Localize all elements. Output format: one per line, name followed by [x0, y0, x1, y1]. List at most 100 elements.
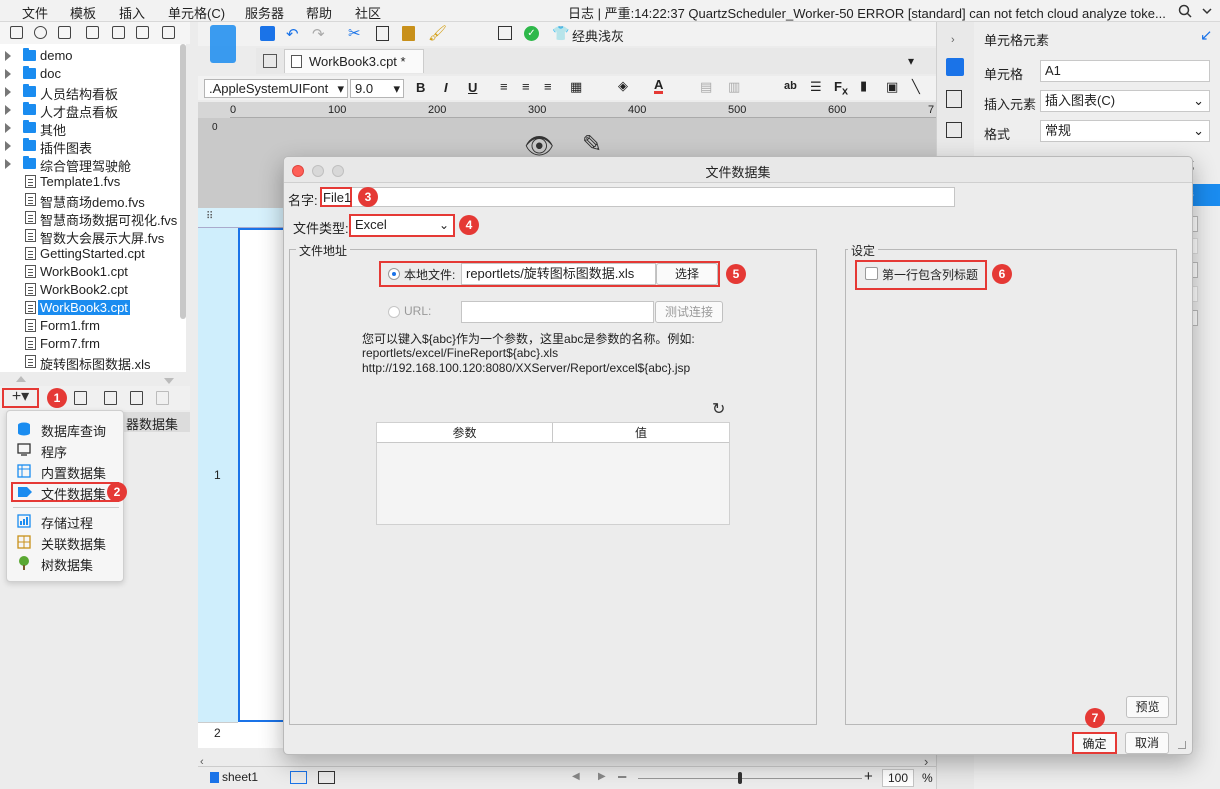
widget-settings-icon[interactable] — [946, 122, 962, 138]
tree-file[interactable]: WorkBook2.cpt — [0, 281, 186, 299]
h-scroll-right-icon[interactable]: › — [924, 754, 928, 769]
preview-search-icon[interactable] — [498, 26, 512, 40]
format-select[interactable]: 常规 ⌄ — [1040, 120, 1210, 142]
check-icon[interactable]: ✓ — [524, 26, 539, 41]
theme-label[interactable]: 经典浅灰 — [572, 26, 624, 45]
first-row-header-checkbox[interactable] — [865, 267, 878, 280]
font-name-select[interactable]: .AppleSystemUIFont ▾ — [204, 79, 348, 98]
paste-icon[interactable] — [402, 26, 415, 41]
text-direction-icon[interactable]: ab — [784, 80, 797, 92]
tab-menu-icon[interactable]: ▾ — [908, 54, 914, 68]
copy-icon[interactable] — [376, 26, 389, 41]
menu-file[interactable]: 文件 — [22, 3, 48, 22]
local-file-radio[interactable] — [388, 268, 400, 280]
zoom-slider-thumb[interactable] — [738, 772, 742, 784]
cancel-button[interactable]: 取消 — [1125, 732, 1169, 754]
h-scroll-left-icon[interactable]: ‹ — [200, 756, 204, 768]
parameter-table[interactable]: 参数 值 — [376, 422, 730, 525]
preview-button[interactable]: 预览 — [1126, 696, 1169, 718]
unmerge-icon[interactable]: ▥ — [728, 79, 740, 95]
chevron-down-icon[interactable] — [1200, 4, 1214, 18]
tree-file[interactable]: 旋转图标图数据.xls — [0, 353, 186, 372]
menu-community[interactable]: 社区 — [355, 3, 381, 22]
refresh-icon[interactable] — [34, 26, 47, 39]
menu-item-program[interactable]: 程序 — [11, 440, 119, 460]
tree-file[interactable]: Template1.fvs — [0, 173, 186, 191]
expand-arrow-icon[interactable] — [5, 87, 11, 97]
select-all-icon[interactable]: ⠿ — [206, 211, 213, 222]
expand-arrow-icon[interactable] — [5, 141, 11, 151]
trash-icon[interactable] — [162, 26, 175, 39]
bold-icon[interactable]: B — [416, 80, 425, 95]
test-connection-button[interactable]: 测试连接 — [655, 301, 723, 323]
tree-folder-staff-board[interactable]: 人员结构看板 — [0, 83, 186, 102]
menu-item-file-dataset[interactable]: 文件数据集 — [11, 482, 119, 502]
fill-color-icon[interactable]: ◈ — [618, 78, 628, 94]
row-header[interactable]: 1 2 — [198, 228, 238, 748]
tree-folder-doc[interactable]: doc — [0, 65, 186, 83]
border-icon[interactable]: ▦ — [570, 79, 582, 95]
cell-attribute-icon[interactable] — [946, 90, 962, 108]
ok-button[interactable]: 确定 — [1072, 732, 1117, 754]
add-sheet-icon[interactable] — [290, 771, 307, 784]
tree-folder-cockpit[interactable]: 综合管理驾驶舱 — [0, 155, 186, 174]
expand-arrow-icon[interactable] — [5, 51, 11, 61]
param-column-header[interactable]: 参数 — [377, 423, 553, 443]
preview-dataset-icon[interactable] — [104, 391, 117, 405]
tree-folder-demo[interactable]: demo — [0, 47, 186, 65]
copy-icon[interactable] — [136, 26, 149, 39]
tree-file[interactable]: 智慧商场数据可视化.fvs — [0, 209, 186, 228]
tree-file[interactable]: WorkBook1.cpt — [0, 263, 186, 281]
menu-item-embedded[interactable]: 内置数据集 — [11, 461, 119, 481]
expand-arrow-icon[interactable] — [5, 105, 11, 115]
menu-server[interactable]: 服务器 — [245, 3, 284, 22]
choose-file-button[interactable]: 选择 — [656, 263, 718, 285]
menu-insert[interactable]: 插入 — [119, 3, 145, 22]
insert-element-select[interactable]: 插入图表(C) ⌄ — [1040, 90, 1210, 112]
italic-icon[interactable]: I — [444, 80, 448, 95]
font-color-icon[interactable]: A — [654, 78, 664, 94]
scroll-right-icon[interactable]: ▶ — [598, 771, 606, 782]
align-center-icon[interactable]: ≡ — [522, 79, 530, 94]
menu-item-stored-procedure[interactable]: 存储过程 — [11, 511, 119, 531]
save-icon[interactable] — [260, 26, 275, 41]
delete-dataset-icon[interactable] — [74, 391, 87, 405]
edit-dataset-icon[interactable] — [130, 391, 143, 405]
menu-item-joined[interactable]: 关联数据集 — [11, 532, 119, 552]
tree-file[interactable]: GettingStarted.cpt — [0, 245, 186, 263]
align-left-icon[interactable]: ≡ — [500, 79, 508, 94]
log-status-text[interactable]: 日志 | 严重:14:22:37 QuartzScheduler_Worker-… — [568, 3, 1168, 22]
grid-layout-icon[interactable] — [263, 54, 277, 68]
expand-arrow-icon[interactable] — [5, 159, 11, 169]
expand-panel-icon[interactable]: › — [951, 34, 955, 46]
tree-file[interactable]: Form7.frm — [0, 335, 186, 353]
expand-arrow-icon[interactable] — [5, 69, 11, 79]
theme-shirt-icon[interactable]: 👕 — [552, 25, 569, 42]
name-input[interactable]: File1 — [320, 187, 352, 207]
align-right-icon[interactable]: ≡ — [544, 79, 552, 94]
tree-file[interactable]: 智数大会展示大屏.fvs — [0, 227, 186, 246]
cut-icon[interactable]: ✂ — [348, 24, 361, 42]
menu-help[interactable]: 帮助 — [306, 3, 332, 22]
zoom-in-icon[interactable]: + — [864, 768, 873, 785]
lock-icon[interactable] — [86, 26, 99, 39]
underline-icon[interactable]: U — [468, 80, 477, 95]
add-form-sheet-icon[interactable] — [318, 771, 335, 784]
search-icon[interactable] — [1178, 4, 1192, 18]
format-brush-icon[interactable]: 🖌 — [428, 24, 447, 42]
local-file-path-input[interactable]: reportlets/旋转图标图数据.xls — [461, 263, 656, 285]
slash-icon[interactable]: ╲ — [912, 79, 920, 95]
server-dataset-icon[interactable] — [156, 391, 169, 405]
url-input[interactable] — [461, 301, 654, 323]
collapse-down-icon[interactable] — [164, 378, 174, 384]
zoom-input[interactable]: 100 — [882, 769, 914, 787]
cell-input[interactable]: A1 — [1040, 60, 1210, 82]
dataset-preview-icon[interactable] — [210, 25, 236, 63]
tree-folder-other[interactable]: 其他 — [0, 119, 186, 138]
file-type-select[interactable]: Excel ⌄ — [349, 214, 455, 237]
add-dataset-button[interactable]: +▾ — [2, 388, 39, 408]
tree-folder-talent-board[interactable]: 人才盘点看板 — [0, 101, 186, 120]
tree-file-selected[interactable]: WorkBook3.cpt — [0, 299, 186, 317]
zoom-out-icon[interactable]: – — [618, 768, 626, 785]
name-input-rest[interactable] — [350, 187, 955, 207]
